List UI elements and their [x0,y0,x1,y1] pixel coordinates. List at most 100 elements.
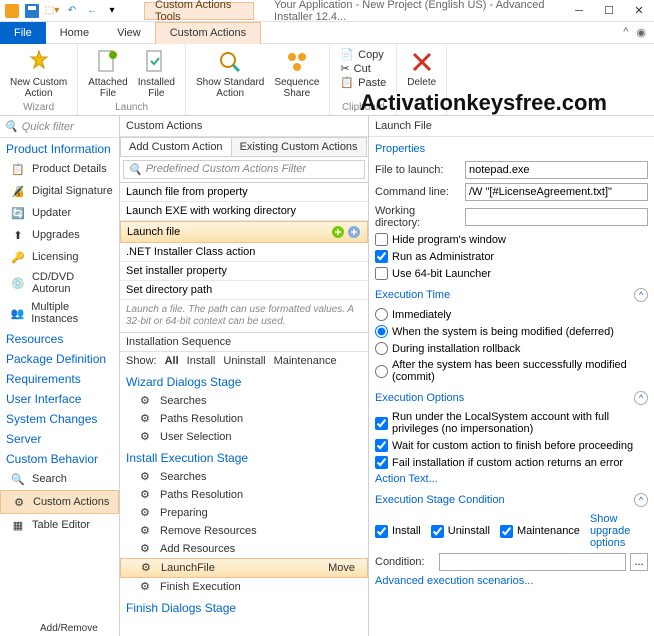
stage-install-header[interactable]: Install Execution Stage [120,446,368,468]
attached-file-button[interactable]: Attached File [84,46,131,101]
show-standard-button[interactable]: Show Standard Action [192,46,268,101]
paste-button[interactable]: 📋Paste [340,76,386,89]
qa-icon[interactable]: ⬚▾ [44,3,60,19]
file-tab[interactable]: File [0,22,46,44]
show-install-link[interactable]: Install [187,355,216,367]
stage-item[interactable]: ⚙Searches [120,392,368,410]
ca-list-item[interactable]: .NET Installer Class action [120,243,368,262]
stage-item[interactable]: ⚙Finish Execution [120,578,368,596]
save-icon[interactable] [24,3,40,19]
nav-user-interface[interactable]: User Interface [0,388,119,408]
nav-digital-signature[interactable]: 🔏Digital Signature [0,180,119,202]
show-maintenance-link[interactable]: Maintenance [274,355,337,367]
use-64bit-checkbox[interactable] [375,267,388,280]
nav-table-editor[interactable]: ▦Table Editor [0,514,119,536]
collapse-icon[interactable]: ^ [634,288,648,302]
advanced-scenarios-link[interactable]: Advanced execution scenarios... [369,573,654,589]
product-icon: 📋 [10,161,26,177]
nav-custom-behavior[interactable]: Custom Behavior [0,448,119,468]
quick-filter-input[interactable]: 🔍 Quick filter [0,116,119,138]
add-left-icon[interactable] [331,225,345,239]
eo-localsystem-checkbox[interactable] [375,417,388,430]
ca-list-item[interactable]: Set installer property [120,262,368,281]
dropdown-icon[interactable]: ▾ [104,3,120,19]
nav-product-details[interactable]: 📋Product Details [0,158,119,180]
stage-item-selected[interactable]: ⚙LaunchFileMove [120,558,368,578]
hide-window-checkbox[interactable] [375,233,388,246]
stage-item[interactable]: ⚙User Selection [120,428,368,446]
nav-cddvd[interactable]: 💿CD/DVD Autorun [0,268,119,298]
gear-icon: ⚙ [140,470,154,484]
options-menu-icon[interactable]: ◉ [636,26,646,39]
show-all-link[interactable]: All [165,355,179,367]
cut-button[interactable]: ✂Cut [340,62,386,75]
add-right-icon[interactable] [347,225,361,239]
minimize-button[interactable]: ─ [564,0,594,22]
stage-item[interactable]: ⚙Preparing [120,504,368,522]
move-link[interactable]: Move [328,562,361,574]
stage-item[interactable]: ⚙Paths Resolution [120,486,368,504]
nav-product-info[interactable]: Product Information [0,138,119,158]
file-to-launch-input[interactable] [465,161,648,179]
nav-server[interactable]: Server [0,428,119,448]
tab-add-custom-action[interactable]: Add Custom Action [120,137,232,156]
home-tab[interactable]: Home [46,22,103,44]
nav-requirements[interactable]: Requirements [0,368,119,388]
close-button[interactable]: ✕ [624,0,654,22]
custom-actions-tab[interactable]: Custom Actions [155,22,261,44]
working-dir-input[interactable] [465,208,648,226]
context-tools-tab[interactable]: Custom Actions Tools [144,2,254,20]
file-attach-icon [94,48,122,76]
install-checkbox[interactable] [375,525,388,538]
nav-custom-actions[interactable]: ⚙Custom Actions [0,490,119,514]
stage-wizard-header[interactable]: Wizard Dialogs Stage [120,370,368,392]
new-custom-action-button[interactable]: New Custom Action [6,46,71,101]
et-immediately-radio[interactable] [375,308,388,321]
eo-wait-checkbox[interactable] [375,439,388,452]
run-admin-checkbox[interactable] [375,250,388,263]
action-text-link[interactable]: Action Text... [369,471,654,487]
view-tab[interactable]: View [103,22,155,44]
stage-item[interactable]: ⚙Add Resources [120,540,368,558]
collapse-icon[interactable]: ^ [634,493,648,507]
help-menu-icon[interactable]: ^ [623,26,628,39]
tab-existing-custom-actions[interactable]: Existing Custom Actions [231,137,367,156]
et-commit-radio[interactable] [375,365,388,378]
eo-fail-checkbox[interactable] [375,456,388,469]
collapse-icon[interactable]: ^ [634,391,648,405]
nav-system-changes[interactable]: System Changes [0,408,119,428]
show-uninstall-link[interactable]: Uninstall [223,355,265,367]
nav-multiple-instances[interactable]: 👥Multiple Instances [0,298,119,328]
back-icon[interactable]: ← [84,3,100,19]
copy-button[interactable]: 📄Copy [340,48,386,61]
nav-updater[interactable]: 🔄Updater [0,202,119,224]
ca-list-item[interactable]: Launch EXE with working directory [120,202,368,221]
command-line-input[interactable] [465,183,648,201]
nav-upgrades[interactable]: ⬆Upgrades [0,224,119,246]
ca-list-item[interactable]: Set directory path [120,281,368,300]
maintenance-checkbox[interactable] [500,525,513,538]
ca-list-item[interactable]: Launch file from property [120,183,368,202]
delete-button[interactable]: Delete [403,46,440,90]
undo-icon[interactable]: ↶ [64,3,80,19]
ca-list-item-selected[interactable]: Launch file [120,221,368,243]
nav-licensing[interactable]: 🔑Licensing [0,246,119,268]
stage-item[interactable]: ⚙Searches [120,468,368,486]
maximize-button[interactable]: ☐ [594,0,624,22]
et-deferred-radio[interactable] [375,325,388,338]
uninstall-checkbox[interactable] [431,525,444,538]
installed-file-button[interactable]: Installed File [134,46,179,101]
ca-search-input[interactable]: 🔍 Predefined Custom Actions Filter [123,160,365,179]
et-rollback-radio[interactable] [375,342,388,355]
nav-package-def[interactable]: Package Definition [0,348,119,368]
show-upgrade-link[interactable]: Show upgrade options [590,513,648,549]
sequence-share-button[interactable]: Sequence Share [270,46,323,101]
stage-finish-header[interactable]: Finish Dialogs Stage [120,596,368,618]
nav-resources[interactable]: Resources [0,328,119,348]
stage-item[interactable]: ⚙Paths Resolution [120,410,368,428]
nav-search[interactable]: 🔍Search [0,468,119,490]
add-remove-link[interactable]: Add/Remove [40,623,98,634]
condition-browse-button[interactable]: ... [630,553,648,571]
condition-input[interactable] [439,553,626,571]
stage-item[interactable]: ⚙Remove Resources [120,522,368,540]
